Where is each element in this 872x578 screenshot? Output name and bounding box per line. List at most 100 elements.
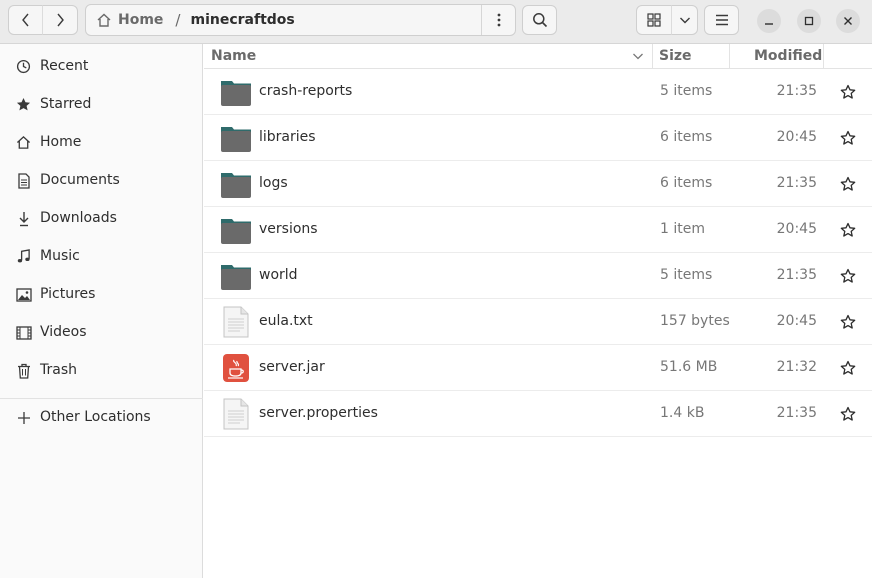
file-name: server.jar <box>259 359 325 375</box>
download-icon <box>15 210 32 227</box>
column-divider[interactable] <box>652 44 653 69</box>
table-row[interactable]: server.jar 51.6 MB 21:32 <box>204 345 872 391</box>
music-icon <box>15 248 32 265</box>
file-modified: 20:45 <box>776 221 817 237</box>
column-modified[interactable]: Modified <box>754 48 822 64</box>
home-icon <box>15 134 32 151</box>
sidebar-item-recent[interactable]: Recent <box>0 47 203 85</box>
sidebar-item-label: Starred <box>40 96 92 112</box>
file-modified: 21:32 <box>776 359 817 375</box>
path-current[interactable]: minecraftdos <box>190 12 294 28</box>
star-outline-icon[interactable] <box>840 314 856 330</box>
clock-icon <box>15 58 32 75</box>
star-outline-icon[interactable] <box>840 222 856 238</box>
chevron-down-icon <box>679 17 690 24</box>
sort-chevron-down-icon[interactable] <box>632 50 644 66</box>
grid-icon <box>647 13 661 27</box>
path-home[interactable]: Home <box>118 12 163 28</box>
view-options-button[interactable] <box>671 5 698 35</box>
table-row[interactable]: world 5 items 21:35 <box>204 253 872 299</box>
sidebar-item-label: Pictures <box>40 286 96 302</box>
table-row[interactable]: eula.txt 157 bytes 20:45 <box>204 299 872 345</box>
grid-view-button[interactable] <box>636 5 672 35</box>
file-size: 157 bytes <box>660 313 730 329</box>
main-menu-button[interactable] <box>704 5 739 35</box>
minimize-button[interactable] <box>757 9 781 33</box>
sidebar-item-label: Home <box>40 134 82 150</box>
file-name: logs <box>259 175 288 191</box>
path-separator: / <box>175 11 181 29</box>
path-menu-button[interactable] <box>481 5 515 35</box>
folder-icon <box>221 81 251 106</box>
star-outline-icon[interactable] <box>840 268 856 284</box>
video-icon <box>15 324 32 341</box>
file-size: 5 items <box>660 267 713 283</box>
file-modified: 21:35 <box>776 83 817 99</box>
chevron-left-icon <box>21 13 29 27</box>
sidebar-item-label: Other Locations <box>40 409 151 425</box>
file-modified: 21:35 <box>776 267 817 283</box>
table-row[interactable]: versions 1 item 20:45 <box>204 207 872 253</box>
star-icon <box>15 96 32 113</box>
file-modified: 21:35 <box>776 405 817 421</box>
chevron-right-icon <box>57 13 64 27</box>
sidebar-item-home[interactable]: Home <box>0 123 203 161</box>
forward-button[interactable] <box>42 5 78 35</box>
close-button[interactable] <box>836 9 860 33</box>
sidebar-item-trash[interactable]: Trash <box>0 351 203 389</box>
document-icon <box>15 172 32 189</box>
plus-icon <box>15 409 32 426</box>
path-bar[interactable]: Home / minecraftdos <box>85 4 516 36</box>
search-button[interactable] <box>522 5 557 35</box>
sidebar-item-other-locations[interactable]: Other Locations <box>0 398 203 436</box>
maximize-icon <box>804 16 814 26</box>
file-size: 51.6 MB <box>660 359 718 375</box>
java-file-icon <box>223 354 249 382</box>
star-outline-icon[interactable] <box>840 84 856 100</box>
column-divider[interactable] <box>729 44 730 69</box>
column-name[interactable]: Name <box>211 48 256 64</box>
file-modified: 20:45 <box>776 129 817 145</box>
file-size: 1 item <box>660 221 705 237</box>
star-outline-icon[interactable] <box>840 176 856 192</box>
file-name: server.properties <box>259 405 378 421</box>
hamburger-icon <box>715 14 728 26</box>
file-modified: 21:35 <box>776 175 817 191</box>
sidebar-item-label: Documents <box>40 172 120 188</box>
sidebar-item-label: Videos <box>40 324 87 340</box>
sidebar-item-starred[interactable]: Starred <box>0 85 203 123</box>
column-divider[interactable] <box>823 44 824 69</box>
sidebar-item-documents[interactable]: Documents <box>0 161 203 199</box>
star-outline-icon[interactable] <box>840 130 856 146</box>
table-row[interactable]: server.properties 1.4 kB 21:35 <box>204 391 872 437</box>
folder-icon <box>221 127 251 152</box>
file-size: 6 items <box>660 129 713 145</box>
text-file-icon <box>223 398 249 430</box>
file-size: 1.4 kB <box>660 405 705 421</box>
file-size: 6 items <box>660 175 713 191</box>
sidebar-item-videos[interactable]: Videos <box>0 313 203 351</box>
table-row[interactable]: crash-reports 5 items 21:35 <box>204 69 872 115</box>
sidebar-item-music[interactable]: Music <box>0 237 203 275</box>
sidebar-item-downloads[interactable]: Downloads <box>0 199 203 237</box>
column-size[interactable]: Size <box>659 48 692 64</box>
home-icon <box>96 12 112 28</box>
table-row[interactable]: libraries 6 items 20:45 <box>204 115 872 161</box>
sidebar-item-pictures[interactable]: Pictures <box>0 275 203 313</box>
column-header: Name Size Modified <box>204 44 872 69</box>
sidebar-item-label: Downloads <box>40 210 117 226</box>
table-row[interactable]: logs 6 items 21:35 <box>204 161 872 207</box>
star-outline-icon[interactable] <box>840 360 856 376</box>
file-name: world <box>259 267 298 283</box>
star-outline-icon[interactable] <box>840 406 856 422</box>
folder-icon <box>221 219 251 244</box>
file-modified: 20:45 <box>776 313 817 329</box>
file-size: 5 items <box>660 83 713 99</box>
sidebar-item-label: Trash <box>40 362 77 378</box>
back-button[interactable] <box>8 5 43 35</box>
close-icon <box>844 17 852 25</box>
maximize-button[interactable] <box>797 9 821 33</box>
search-icon <box>532 13 547 28</box>
file-list-view: Name Size Modified crash-reports 5 items… <box>204 44 872 578</box>
trash-icon <box>15 362 32 379</box>
